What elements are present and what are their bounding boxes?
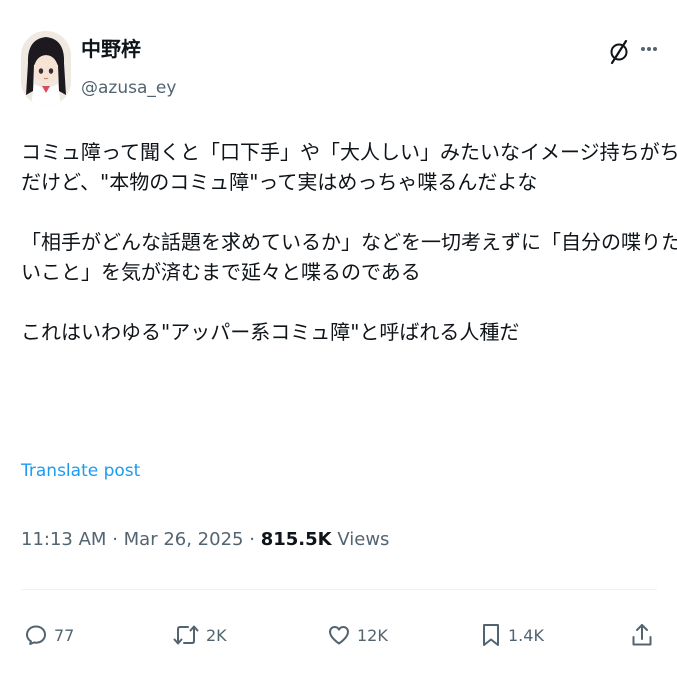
post-text-line <box>21 287 661 317</box>
bookmark-button[interactable]: 1.4K <box>480 618 544 652</box>
divider <box>21 589 657 590</box>
post-date[interactable]: Mar 26, 2025 <box>124 529 244 550</box>
more-icon[interactable] <box>640 46 658 52</box>
grok-icon[interactable] <box>608 39 630 65</box>
reply-button[interactable]: 77 <box>24 618 74 652</box>
reply-icon <box>26 625 46 645</box>
like-count: 12K <box>357 625 388 645</box>
post-text-line: いこと」を気が済むまで延々と喋るのである <box>21 260 421 284</box>
post-metadata: 11:13 AM · Mar 26, 2025 · 815.5K Views <box>21 528 389 552</box>
meta-separator: · <box>112 529 118 550</box>
post-text-line: コミュ障って聞くと「口下手」や「大人しい」みたいなイメージ持ちがち <box>21 140 677 164</box>
repost-button[interactable]: 2K <box>172 618 227 652</box>
post-text-line <box>21 197 661 227</box>
share-button[interactable] <box>630 618 654 652</box>
bookmark-count: 1.4K <box>508 625 544 645</box>
post-text-line: これはいわゆる"アッパー系コミュ障"と呼ばれる人種だ <box>21 320 520 344</box>
author-handle[interactable]: @azusa_ey <box>81 77 176 99</box>
repost-count: 2K <box>206 625 227 645</box>
post-time[interactable]: 11:13 AM <box>21 529 106 550</box>
reply-count: 77 <box>54 625 75 645</box>
post-text-line: だけど、"本物のコミュ障"って実はめっちゃ喋るんだよな <box>21 170 538 194</box>
avatar-image <box>21 31 71 106</box>
views-count[interactable]: 815.5K <box>261 529 332 550</box>
translate-post-link[interactable]: Translate post <box>21 459 140 483</box>
avatar[interactable] <box>21 31 71 106</box>
bookmark-icon <box>483 624 499 646</box>
like-button[interactable]: 12K <box>327 618 388 652</box>
meta-separator: · <box>249 529 255 550</box>
post-text-line: 「相手がどんな話題を求めているか」などを一切考えずに「自分の喋りた <box>21 230 677 254</box>
like-icon <box>329 626 349 645</box>
share-icon <box>632 624 652 646</box>
post-detail: 中野梓 @azusa_ey コミュ障って聞くと「口下手」や「大人しい」みたいなイ… <box>0 0 677 677</box>
post-text: コミュ障って聞くと「口下手」や「大人しい」みたいなイメージ持ちがち だけど、"本… <box>21 137 677 347</box>
views-label[interactable]: Views <box>337 529 389 550</box>
author-display-name[interactable]: 中野梓 <box>81 37 141 61</box>
repost-icon <box>173 625 199 645</box>
